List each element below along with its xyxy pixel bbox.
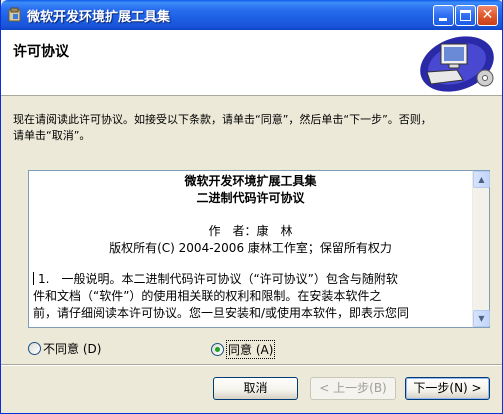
chevron-up-icon: ▲: [478, 175, 485, 184]
wizard-header: 许可协议: [1, 30, 502, 96]
text-cursor: [33, 272, 34, 285]
license-content: 微软开发环境扩展工具集 二进制代码许可协议 作 者：康 林 版权所有(C) 20…: [29, 171, 472, 327]
separator: [1, 364, 502, 366]
disagree-radio[interactable]: 不同意 (D): [28, 340, 102, 356]
disagree-radio-circle[interactable]: [28, 342, 41, 355]
maximize-icon: [460, 10, 471, 21]
close-button[interactable]: ✕: [477, 5, 498, 26]
maximize-button[interactable]: [455, 5, 476, 26]
instruction-line: 现在请阅读此许可协议。如接受以下条款，请单击“同意”，然后单击“下一步”。否则，: [13, 113, 432, 126]
next-button[interactable]: 下一步(N) >: [405, 377, 490, 400]
back-button[interactable]: < 上一步(B): [310, 377, 396, 400]
instruction-text: 现在请阅读此许可协议。如接受以下条款，请单击“同意”，然后单击“下一步”。否则，…: [13, 112, 493, 144]
license-title: 微软开发环境扩展工具集: [184, 174, 317, 188]
license-author: 作 者：康 林: [208, 224, 293, 238]
close-icon: ✕: [481, 7, 494, 23]
window-title: 微软开发环境扩展工具集: [27, 10, 171, 25]
installer-window: 微软开发环境扩展工具集 ✕ 许可协议 现在请阅读此许可协议。如接受以下条款，请单…: [0, 0, 503, 414]
license-subtitle: 二进制代码许可协议: [196, 191, 305, 205]
instruction-line: 请单击“取消”。: [13, 129, 91, 142]
license-paragraph-line: 前，请仔细阅读本许可协议。您一旦安装和/或使用本软件，即表示您同: [33, 306, 410, 320]
minimize-icon: [439, 18, 447, 21]
vertical-scrollbar[interactable]: ▲ ▼: [472, 171, 490, 327]
scroll-down-button[interactable]: ▼: [473, 310, 490, 327]
title-bar[interactable]: 微软开发环境扩展工具集 ✕: [1, 0, 502, 30]
minimize-button[interactable]: [433, 5, 454, 26]
scroll-up-button[interactable]: ▲: [473, 171, 490, 188]
license-copyright: 版权所有(C) 2004-2006 康林工作室；保留所有权力: [109, 241, 392, 255]
page-title: 许可协议: [13, 44, 69, 60]
license-paragraph-line: 1. 一般说明。本二进制代码许可协议（“许可协议”）包含与随附软: [38, 272, 398, 286]
disagree-label: 不同意: [43, 342, 80, 356]
license-textbox[interactable]: 微软开发环境扩展工具集 二进制代码许可协议 作 者：康 林 版权所有(C) 20…: [28, 170, 490, 328]
computer-setup-icon: [420, 36, 494, 92]
agree-label: 同意: [228, 343, 253, 357]
agree-radio-circle[interactable]: [211, 343, 224, 356]
chevron-down-icon: ▼: [478, 314, 485, 323]
license-paragraph-line: 件和文档（“软件”）的使用相关联的权利和限制。在安装本软件之: [33, 289, 382, 303]
installer-icon: [8, 7, 21, 22]
agree-radio[interactable]: 同意 (A): [211, 340, 276, 359]
agree-hotkey: (A): [255, 343, 274, 357]
cancel-button[interactable]: 取消: [213, 377, 298, 400]
disagree-hotkey: (D): [82, 342, 102, 356]
